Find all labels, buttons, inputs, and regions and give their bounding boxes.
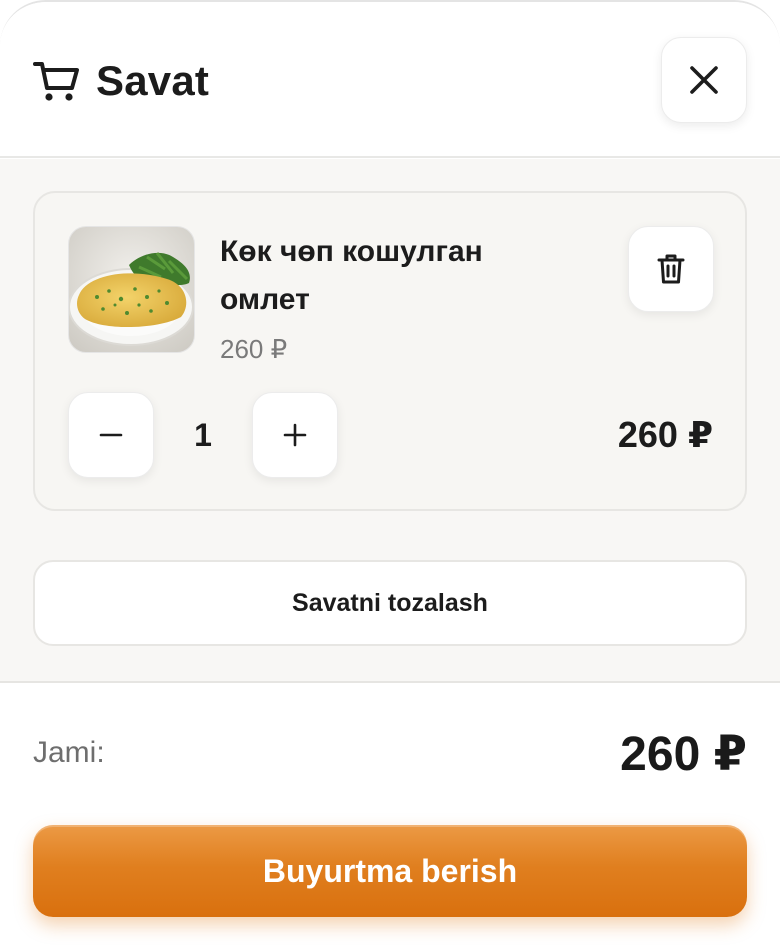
quantity-value: 1	[194, 416, 212, 453]
cart-footer: Jami: 260 ₽ Buyurtma berish	[0, 681, 780, 948]
cart-header: Savat	[0, 2, 780, 158]
clear-cart-button[interactable]: Savatni tozalash	[33, 560, 747, 646]
minus-icon	[99, 433, 123, 437]
plus-icon	[283, 423, 307, 447]
cart-sheet: Savat Көк чөп кошулган омлет 260 ₽ 1 260…	[0, 0, 780, 948]
item-name: Көк чөп кошулган омлет	[220, 235, 483, 316]
checkout-button[interactable]: Buyurtma berish	[33, 825, 747, 917]
cart-content: Көк чөп кошулган омлет 260 ₽ 1 260 ₽ Sav…	[0, 159, 780, 681]
page-title: Savat	[96, 57, 210, 104]
close-icon	[690, 66, 718, 94]
increase-quantity-button[interactable]	[252, 392, 338, 478]
trash-icon	[657, 254, 685, 284]
item-unit-price: 260 ₽	[220, 334, 288, 364]
close-button[interactable]	[661, 37, 747, 123]
item-line-total: 260 ₽	[617, 414, 713, 455]
total-label: Jami:	[33, 736, 105, 769]
cart-item: Көк чөп кошулган омлет 260 ₽ 1 260 ₽	[33, 191, 747, 511]
decrease-quantity-button[interactable]	[68, 392, 154, 478]
delete-item-button[interactable]	[628, 226, 714, 312]
total-value: 260 ₽	[620, 728, 747, 781]
item-image	[68, 226, 195, 353]
cart-icon	[33, 62, 79, 101]
